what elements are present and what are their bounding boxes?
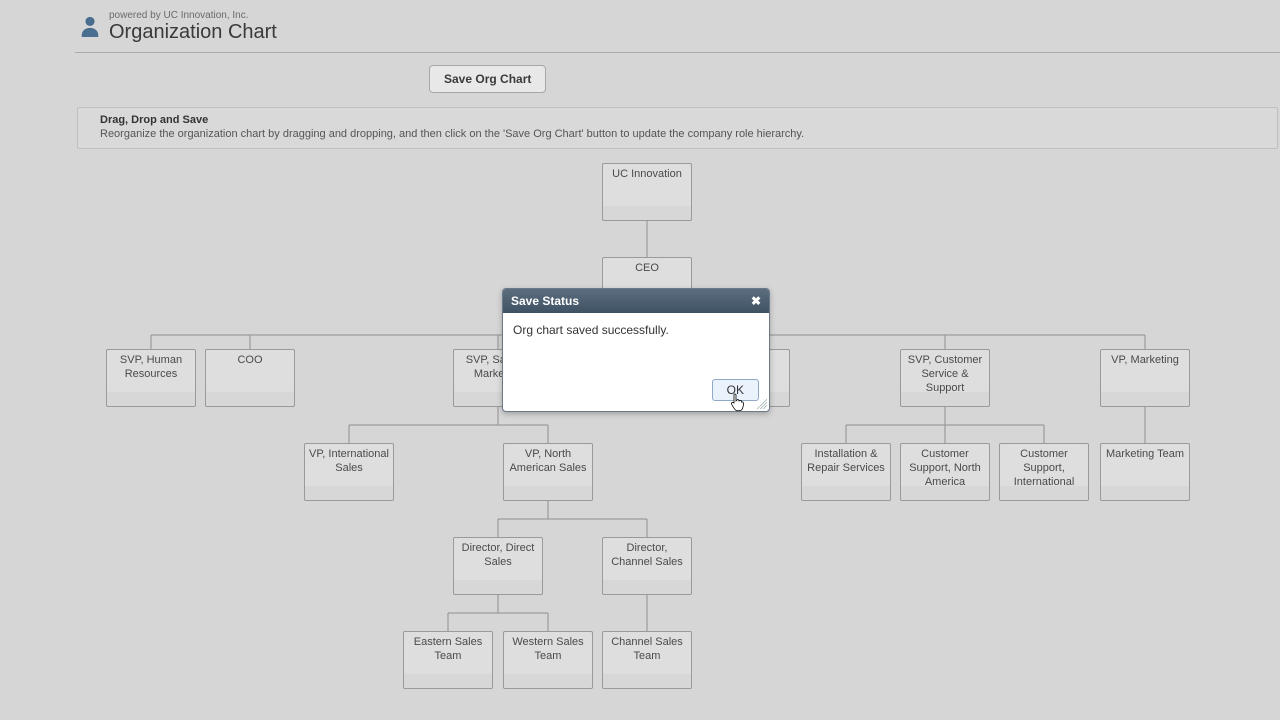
node-cs-north-america[interactable]: Customer Support, North America bbox=[900, 443, 990, 501]
node-installation-repair[interactable]: Installation & Repair Services bbox=[801, 443, 891, 501]
dialog-header[interactable]: Save Status ✖ bbox=[503, 289, 769, 313]
save-org-chart-button[interactable]: Save Org Chart bbox=[429, 65, 546, 93]
toolbar: Save Org Chart bbox=[75, 53, 1280, 103]
node-cs-international[interactable]: Customer Support, International bbox=[999, 443, 1089, 501]
node-eastern-sales[interactable]: Eastern Sales Team bbox=[403, 631, 493, 689]
dialog-message: Org chart saved successfully. bbox=[503, 313, 769, 373]
node-svp-hr[interactable]: SVP, Human Resources bbox=[106, 349, 196, 407]
person-icon bbox=[79, 14, 101, 38]
page-title: Organization Chart bbox=[109, 21, 277, 44]
ok-button[interactable]: OK bbox=[712, 379, 759, 401]
node-vp-intl-sales[interactable]: VP, International Sales bbox=[304, 443, 394, 501]
node-uc-innovation[interactable]: UC Innovation bbox=[602, 163, 692, 221]
hint-box: Drag, Drop and Save Reorganize the organ… bbox=[77, 107, 1278, 149]
node-vp-na-sales[interactable]: VP, North American Sales bbox=[503, 443, 593, 501]
node-svp-customer-service[interactable]: SVP, Customer Service & Support bbox=[900, 349, 990, 407]
hint-body: Reorganize the organization chart by dra… bbox=[100, 128, 1267, 140]
powered-by: powered by UC Innovation, Inc. bbox=[109, 10, 277, 21]
connection-lines bbox=[75, 149, 1280, 709]
save-status-dialog: Save Status ✖ Org chart saved successful… bbox=[502, 288, 770, 412]
resize-grip-icon[interactable] bbox=[757, 399, 767, 409]
node-channel-sales-team[interactable]: Channel Sales Team bbox=[602, 631, 692, 689]
node-dir-channel-sales[interactable]: Director, Channel Sales bbox=[602, 537, 692, 595]
hint-title: Drag, Drop and Save bbox=[100, 114, 1267, 126]
node-dir-direct-sales[interactable]: Director, Direct Sales bbox=[453, 537, 543, 595]
org-chart-canvas: UC Innovation CEO SVP, Human Resources C… bbox=[75, 149, 1280, 709]
node-coo[interactable]: COO bbox=[205, 349, 295, 407]
node-western-sales[interactable]: Western Sales Team bbox=[503, 631, 593, 689]
node-vp-marketing[interactable]: VP, Marketing bbox=[1100, 349, 1190, 407]
dialog-title: Save Status bbox=[511, 294, 579, 308]
close-icon[interactable]: ✖ bbox=[751, 294, 761, 308]
page-header: powered by UC Innovation, Inc. Organizat… bbox=[75, 0, 1280, 53]
node-marketing-team[interactable]: Marketing Team bbox=[1100, 443, 1190, 501]
